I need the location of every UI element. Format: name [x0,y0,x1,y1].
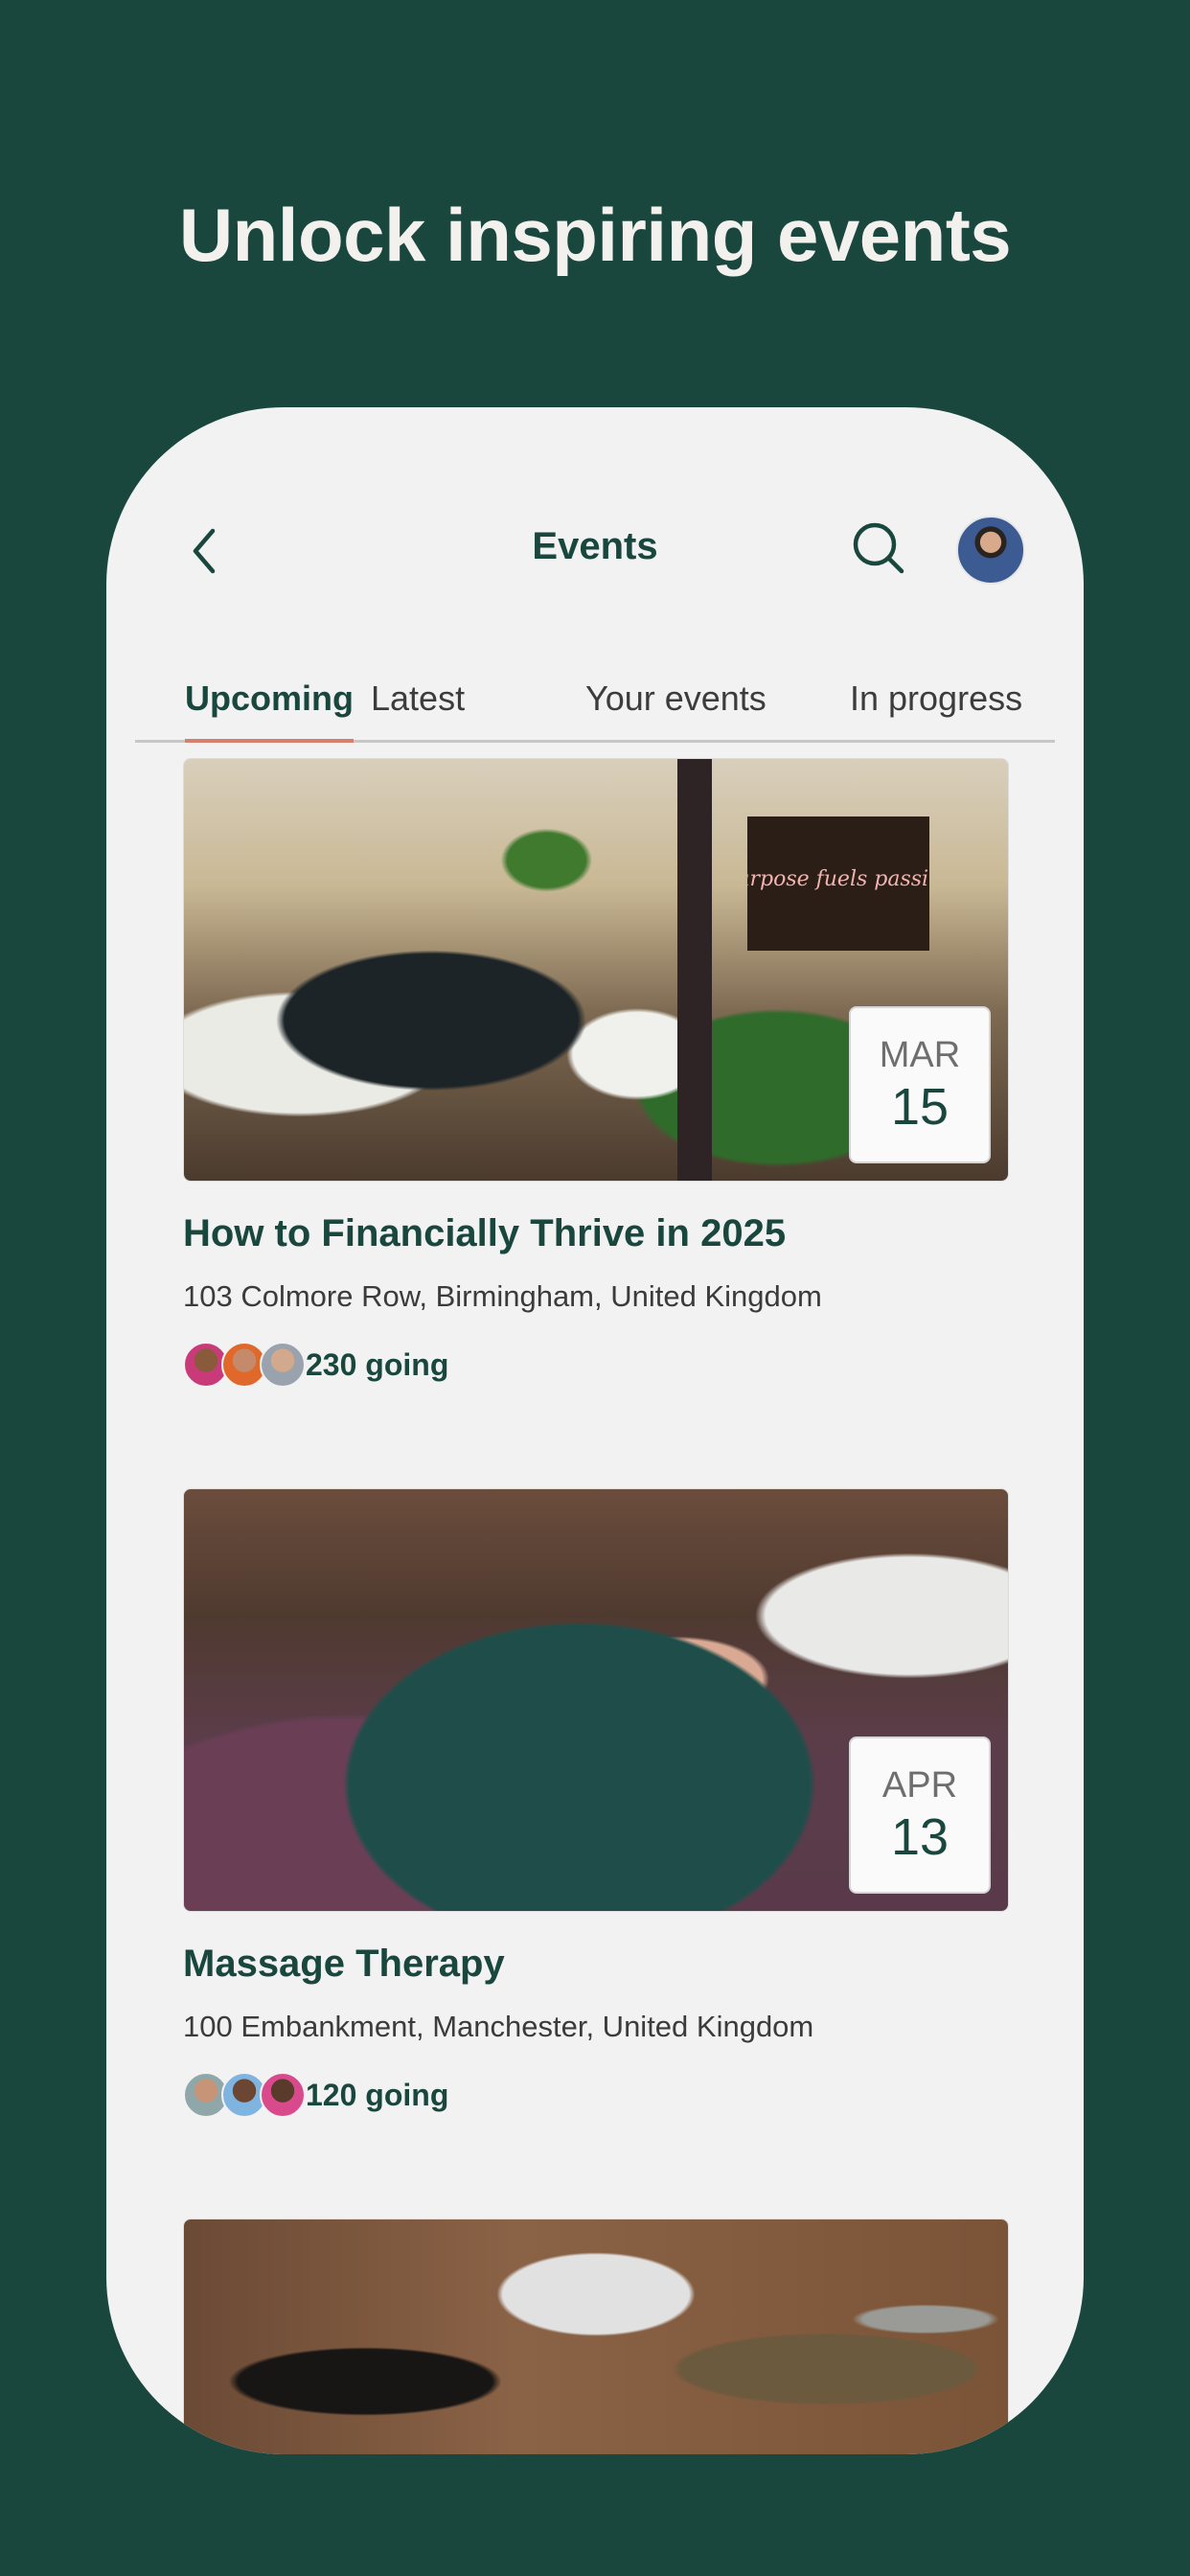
search-icon [853,522,904,574]
going-count: 230 going [306,1346,449,1382]
avatar [260,2072,306,2118]
neon-sign: Purpose fuels passion [721,816,955,951]
phone-frame: Events Upcoming Latest Your events In pr… [106,407,1084,2454]
top-nav: Events [106,407,1084,585]
event-address: 100 Embankment, Manchester, United Kingd… [183,2010,814,2043]
attendee-avatars [183,2072,306,2118]
event-image[interactable] [183,2219,1009,2454]
tab-your-events[interactable]: Your events [585,656,767,740]
tab-latest[interactable]: Latest [371,656,465,740]
event-image[interactable]: APR 13 [183,1488,1009,1912]
attendee-avatars [183,1342,306,1388]
tab-bar: Upcoming Latest Your events In progress [135,656,1055,743]
event-image[interactable]: Purpose fuels passion MAR 15 [183,758,1009,1182]
event-title[interactable]: Massage Therapy [183,1939,1007,1989]
event-card[interactable] [183,2219,1009,2454]
date-badge: APR 13 [849,1736,991,1894]
date-month: MAR [879,1035,961,1075]
event-address: 103 Colmore Row, Birmingham, United King… [183,1279,822,1313]
attendees-row: 230 going [183,1341,1007,1389]
profile-avatar[interactable] [956,516,1025,585]
headline: Unlock inspiring events [178,193,1012,277]
event-card[interactable]: APR 13 Massage Therapy 100 Embankment, M… [183,1488,1009,2119]
room-pillar [677,759,712,1181]
attendees-row: 120 going [183,2071,1007,2119]
date-badge: MAR 15 [849,1006,991,1163]
going-count: 120 going [306,2077,449,2112]
tab-in-progress[interactable]: In progress [850,656,1022,740]
date-month: APR [881,1765,958,1806]
date-day: 13 [890,1808,950,1866]
event-card[interactable]: Purpose fuels passion MAR 15 How to Fina… [183,758,1009,1389]
date-day: 15 [890,1078,950,1136]
avatar [260,1342,306,1388]
tab-upcoming[interactable]: Upcoming [185,656,354,743]
search-button[interactable] [850,519,907,577]
event-title[interactable]: How to Financially Thrive in 2025 [183,1208,1007,1258]
page-title: Events [532,525,658,567]
svg-text:Purpose fuels passion: Purpose fuels passion [747,867,929,891]
